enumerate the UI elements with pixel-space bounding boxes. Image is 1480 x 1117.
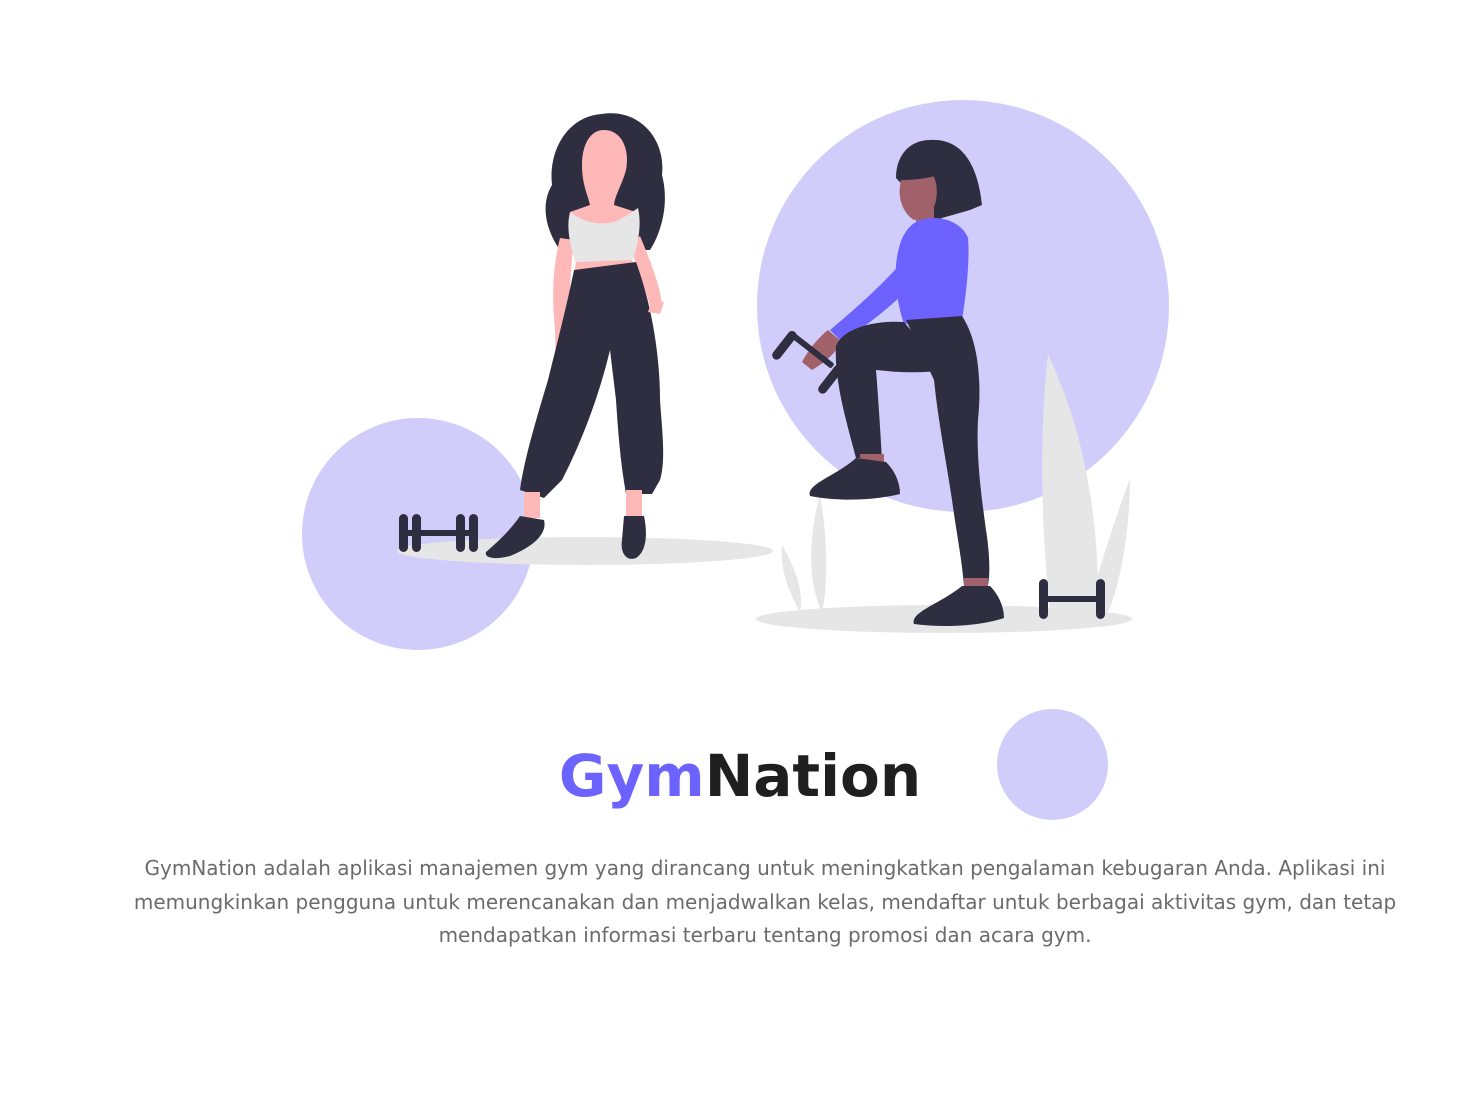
app-title-brand: Gym <box>558 742 705 810</box>
plant-left <box>781 495 827 612</box>
hero-illustration <box>302 100 1169 650</box>
app-description: GymNation adalah aplikasi manajemen gym … <box>133 856 1397 947</box>
landing-page: GymNation GymNation adalah aplikasi mana… <box>0 0 1480 1117</box>
ground-shadow-left <box>397 537 773 565</box>
app-title-rest: Nation <box>704 742 922 810</box>
app-title: GymNation <box>0 738 1480 814</box>
